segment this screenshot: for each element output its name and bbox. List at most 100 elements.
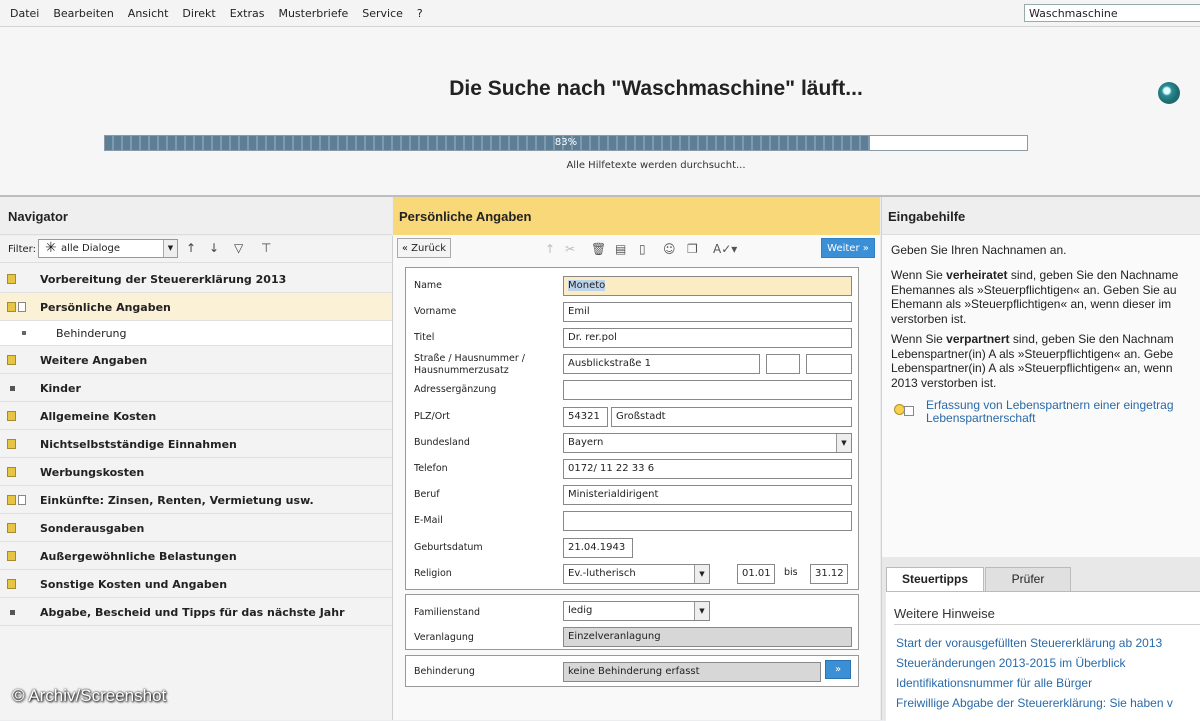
- help-text: Lebenspartner(in) A als »Steuerpflichtig…: [891, 361, 1173, 376]
- hausnummerzusatz-field[interactable]: [806, 354, 852, 374]
- arrow-up-icon[interactable]: ↑: [186, 241, 196, 255]
- menu-service[interactable]: Service: [362, 7, 403, 20]
- hausnummer-field[interactable]: [766, 354, 800, 374]
- email-field[interactable]: [563, 511, 852, 531]
- nav-item-sonstige-kosten[interactable]: Sonstige Kosten und Angaben: [0, 570, 392, 598]
- behinderung-open-button[interactable]: »: [825, 660, 851, 679]
- nav-item-vorbereitung[interactable]: Vorbereitung der Steuererklärung 2013: [0, 265, 392, 293]
- ort-field[interactable]: Großstadt: [611, 407, 852, 427]
- status-group: Familienstand ledig ▼ Veranlagung Einzelv…: [405, 594, 859, 650]
- nav-item-sonderausgaben[interactable]: Sonderausgaben: [0, 514, 392, 542]
- beruf-field[interactable]: Ministerialdirigent: [563, 485, 852, 505]
- form-title: Persönliche Angaben: [393, 197, 880, 235]
- filter-select[interactable]: ✳ alle Dialoge ▼: [38, 239, 178, 258]
- nav-item-allgemeine-kosten[interactable]: Allgemeine Kosten: [0, 402, 392, 430]
- menu-musterbriefe[interactable]: Musterbriefe: [278, 7, 348, 20]
- nav-item-label: Einkünfte: Zinsen, Renten, Vermietung us…: [40, 494, 314, 507]
- folder-icon: [7, 523, 16, 533]
- help-text: Wenn Sie: [891, 332, 947, 346]
- bundesland-label: Bundesland: [414, 437, 470, 448]
- nav-item-werbungskosten[interactable]: Werbungskosten: [0, 458, 392, 486]
- copy-icon[interactable]: ❐: [687, 242, 698, 256]
- help-paragraph-2: Wenn Sie verheiratet sind, geben Sie den…: [891, 268, 1200, 326]
- nav-item-belastungen[interactable]: Außergewöhnliche Belastungen: [0, 542, 392, 570]
- bundesland-select[interactable]: Bayern ▼: [563, 433, 852, 453]
- arrow-down-icon[interactable]: ↓: [209, 241, 219, 255]
- titel-field[interactable]: Dr. rer.pol: [563, 328, 852, 348]
- nav-item-label: Sonderausgaben: [40, 522, 145, 535]
- beruf-label: Beruf: [414, 489, 440, 500]
- nav-item-label: Kinder: [40, 382, 81, 395]
- search-progress-panel: Die Suche nach "Waschmaschine" läuft... …: [0, 27, 1200, 197]
- people-icon[interactable]: ☺: [663, 242, 676, 256]
- navigator-panel: Filter: ✳ alle Dialoge ▼ ↑ ↓ ▽ ⊤ Vorbere…: [0, 236, 393, 720]
- plz-field[interactable]: 54321: [563, 407, 608, 427]
- nav-item-label: Allgemeine Kosten: [40, 410, 157, 423]
- menu-help[interactable]: ?: [417, 7, 423, 20]
- tip-link[interactable]: Identifikationsnummer für alle Bürger: [896, 676, 1092, 690]
- religion-to-field[interactable]: 31.12: [810, 564, 848, 584]
- document-icon[interactable]: ▯: [639, 242, 646, 256]
- tab-steuertipps[interactable]: Steuertipps: [886, 567, 984, 591]
- asterisk-icon: ✳: [45, 240, 57, 256]
- nav-item-abgabe[interactable]: Abgabe, Bescheid und Tipps für das nächs…: [0, 598, 392, 626]
- menu-direkt[interactable]: Direkt: [182, 7, 215, 20]
- spellcheck-icon[interactable]: A✓▾: [713, 242, 737, 256]
- nav-item-einnahmen[interactable]: Nichtselbstständige Einnahmen: [0, 430, 392, 458]
- nav-item-behinderung[interactable]: Behinderung: [0, 321, 392, 346]
- nav-item-label: Abgabe, Bescheid und Tipps für das nächs…: [40, 606, 345, 619]
- help-link-lebenspartnerschaft[interactable]: Lebenspartnerschaft: [926, 412, 1035, 425]
- personal-data-group: Name Moneto Vorname Emil Titel Dr. rer.p…: [405, 267, 859, 590]
- form-toolbar: « Zurück ↑ ✂ 🗑 ▤ ▯ ☺ ❐ A✓▾ Weiter »: [393, 235, 880, 263]
- religion-select[interactable]: Ev.-lutherisch ▼: [563, 564, 710, 584]
- geburtsdatum-field[interactable]: 21.04.1943: [563, 538, 633, 558]
- tip-link[interactable]: Steueränderungen 2013-2015 im Überblick: [896, 656, 1125, 670]
- strasse-field[interactable]: Ausblickstraße 1: [563, 354, 760, 374]
- chevron-down-icon: ▼: [836, 434, 851, 452]
- filter-icon[interactable]: ▽: [234, 241, 243, 255]
- tip-link[interactable]: Start der vorausgefüllten Steuererklärun…: [896, 636, 1162, 650]
- help-text: Lebenspartner(in) A als »Steuerpflichtig…: [891, 346, 1174, 361]
- menu-extras[interactable]: Extras: [230, 7, 265, 20]
- nav-item-kinder[interactable]: Kinder: [0, 374, 392, 402]
- pin-icon[interactable]: ⊤: [261, 241, 271, 255]
- calculator-icon[interactable]: ▤: [615, 242, 626, 256]
- next-button[interactable]: Weiter »: [821, 238, 875, 258]
- help-emphasis: verpartnert: [946, 332, 1010, 346]
- nav-item-weitere-angaben[interactable]: Weitere Angaben: [0, 346, 392, 374]
- arrow-up-icon[interactable]: ↑: [545, 242, 555, 256]
- help-text: sind, geben Sie den Nachnam: [1009, 332, 1174, 346]
- veranlagung-field: Einzelveranlagung: [563, 627, 852, 647]
- search-input[interactable]: Waschmaschine: [1024, 4, 1200, 22]
- adresse-field[interactable]: [563, 380, 852, 400]
- help-emphasis: verheiratet: [946, 268, 1008, 282]
- nav-item-label: Außergewöhnliche Belastungen: [40, 550, 237, 563]
- folder-icon: [7, 551, 16, 561]
- nav-item-label: Weitere Angaben: [40, 354, 148, 367]
- religion-from-field[interactable]: 01.01: [737, 564, 775, 584]
- nav-item-einkuenfte[interactable]: Einkünfte: Zinsen, Renten, Vermietung us…: [0, 486, 392, 514]
- vorname-field[interactable]: Emil: [563, 302, 852, 322]
- nav-item-persoenliche-angaben[interactable]: Persönliche Angaben: [0, 293, 392, 321]
- progress-label: 83%: [554, 137, 578, 148]
- name-field[interactable]: Moneto: [563, 276, 852, 296]
- tip-link[interactable]: Freiwillige Abgabe der Steuererklärung: …: [896, 696, 1173, 710]
- telefon-field[interactable]: 0172/ 11 22 33 6: [563, 459, 852, 479]
- nav-item-label: Nichtselbstständige Einnahmen: [40, 438, 237, 451]
- menu-ansicht[interactable]: Ansicht: [128, 7, 169, 20]
- tools-icon[interactable]: ✂: [565, 242, 575, 256]
- trash-icon[interactable]: 🗑: [591, 242, 606, 256]
- bullet-icon: [22, 331, 26, 335]
- tab-pruefer[interactable]: Prüfer: [985, 567, 1071, 591]
- familienstand-select[interactable]: ledig ▼: [563, 601, 710, 621]
- search-title: Die Suche nach "Waschmaschine" läuft...: [449, 77, 863, 100]
- nav-item-label: Werbungskosten: [40, 466, 145, 479]
- back-button[interactable]: « Zurück: [397, 238, 451, 258]
- religion-label: Religion: [414, 568, 452, 579]
- strasse-label-2: Hausnummerzusatz: [414, 365, 509, 376]
- menu-bearbeiten[interactable]: Bearbeiten: [53, 7, 113, 20]
- search-subtitle: Alle Hilfetexte werden durchsucht...: [566, 160, 746, 171]
- vorname-label: Vorname: [414, 306, 457, 317]
- menu-datei[interactable]: Datei: [10, 7, 39, 20]
- help-text: 2013 verstorben ist.: [891, 375, 997, 390]
